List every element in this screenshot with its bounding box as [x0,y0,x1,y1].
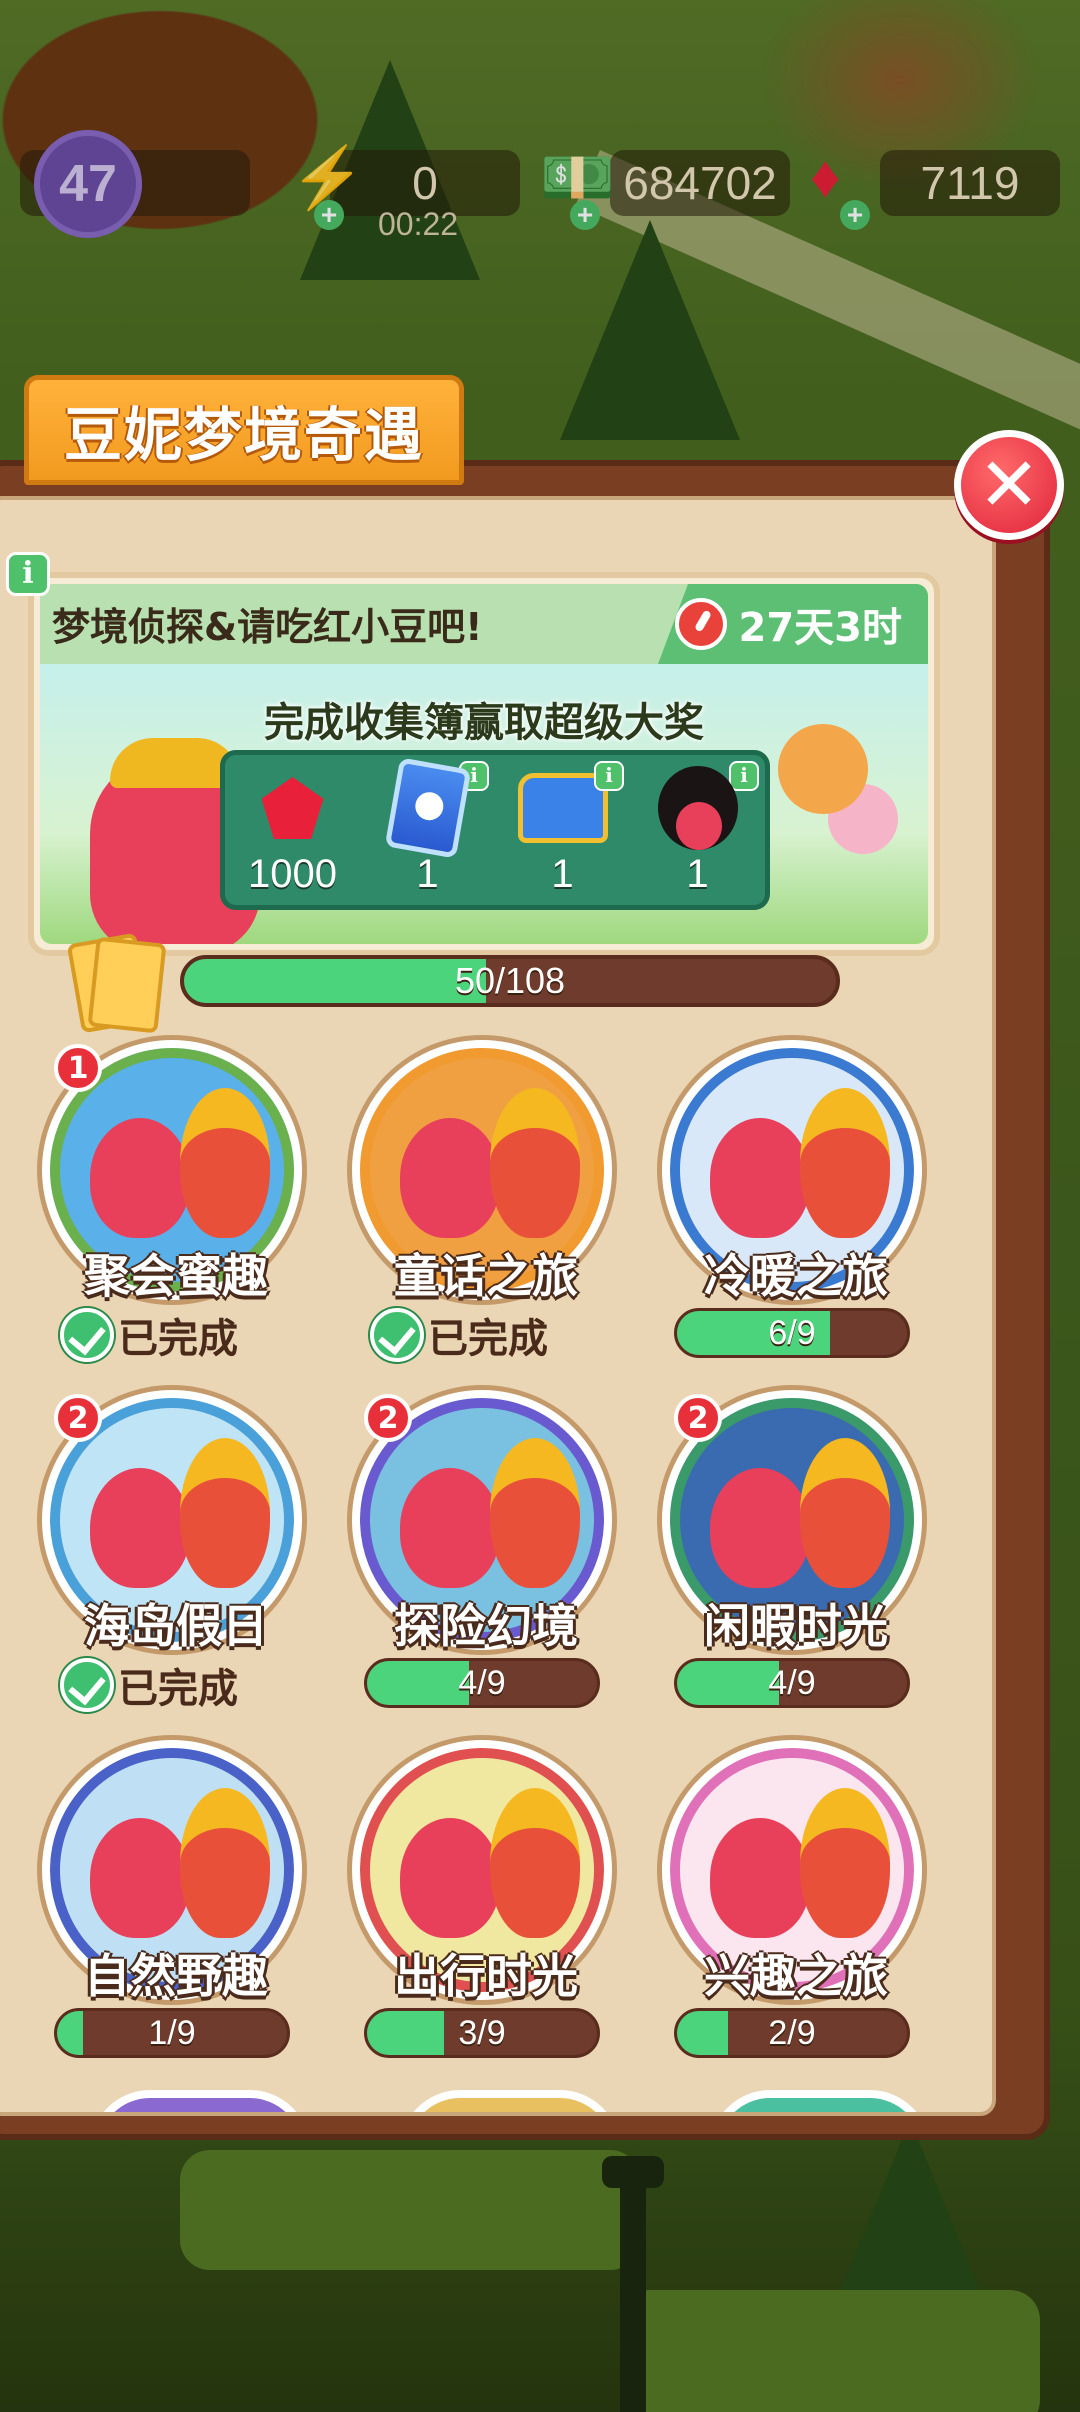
album-name: 自然野趣 [84,1949,268,2003]
crown-character [490,1788,580,1938]
close-button[interactable]: ✕ [954,430,1064,540]
album-progress-bar: 4/9 [674,1658,910,1708]
crown-character [800,1438,890,1588]
info-icon[interactable]: i [594,761,624,791]
album-name: 聚会蜜趣 [84,1249,268,1303]
event-timer: 27天3时 [658,584,928,664]
completed-status: 已完成 [60,1656,238,1714]
bean-character [400,1118,500,1238]
crown-character [180,1438,270,1588]
album-card[interactable]: 兴趣之旅 2/9 [656,1740,936,2080]
new-cards-badge: 2 [364,1394,412,1442]
album-progress-bar: 6/9 [674,1308,910,1358]
album-card[interactable]: 童话之旅 已完成 [346,1040,626,1380]
album-name: 冷暖之旅 [704,1249,888,1303]
crown-character [490,1438,580,1588]
album-card[interactable]: 冷暖之旅 6/9 [656,1040,936,1380]
album-progress-text: 2/9 [768,2013,816,2052]
info-icon[interactable]: i [6,552,50,596]
album-progress-text: 6/9 [768,1313,816,1352]
crown-character [180,1788,270,1938]
album-progress-text: 1/9 [148,2013,196,2052]
bean-character [400,1468,500,1588]
album-partial[interactable] [400,2090,620,2112]
check-icon [60,1658,114,1712]
album-panel: i 梦境侦探&请吃红小豆吧! 27天3时 完成收集簿赢取超级大奖 1000 i … [0,460,1050,2140]
album-card[interactable]: 2 探险幻境 4/9 [346,1390,626,1730]
banner-header: 梦境侦探&请吃红小豆吧! 27天3时 [40,584,928,664]
album-partial[interactable] [90,2090,310,2112]
album-name: 海岛假日 [84,1599,268,1653]
album-progress-text: 4/9 [768,1663,816,1702]
collection-progress-text: 50/108 [454,960,566,1001]
avatar-frame-icon [657,766,738,850]
album-progress-text: 4/9 [458,1663,506,1702]
event-time-left: 27天3时 [738,605,903,651]
album-card[interactable]: 2 海岛假日已完成 [36,1390,316,1730]
upgrade-card-icon [384,757,471,859]
album-card[interactable]: 出行时光 3/9 [346,1740,626,2080]
grand-prize-caption: 完成收集簿赢取超级大奖 [264,700,704,746]
crown-character [490,1088,580,1238]
reward-chest[interactable]: i 1 [495,755,630,905]
album-progress-bar: 3/9 [364,2008,600,2058]
clock-icon [674,598,727,650]
album-card[interactable]: 自然野趣 1/9 [36,1740,316,2080]
completed-label: 已完成 [118,1316,238,1362]
reward-qty: 1 [416,852,439,896]
bean-character [90,1118,190,1238]
bean-character [710,1118,810,1238]
banner-body: 完成收集簿赢取超级大奖 1000 i 1 i 1 i 1 [40,664,928,944]
reward-gems[interactable]: 1000 [225,755,360,905]
reward-upgrade-card[interactable]: i 1 [360,755,495,905]
album-progress-bar: 1/9 [54,2008,290,2058]
album-name: 兴趣之旅 [704,1949,888,2003]
album-partial[interactable] [710,2090,930,2112]
new-cards-badge: 1 [54,1044,102,1092]
crown-character [800,1088,890,1238]
grand-prize-rewards: 1000 i 1 i 1 i 1 [220,750,770,910]
completed-label: 已完成 [428,1316,548,1362]
album-name: 探险幻境 [394,1599,578,1653]
reward-qty: 1 [686,852,709,896]
reward-avatar[interactable]: i 1 [630,755,765,905]
new-cards-badge: 2 [674,1394,722,1442]
reward-qty: 1 [551,852,574,896]
event-banner: 梦境侦探&请吃红小豆吧! 27天3时 完成收集簿赢取超级大奖 1000 i 1 … [28,572,940,956]
album-cards-icon [74,932,154,1028]
album-progress-bar: 4/9 [364,1658,600,1708]
album-card[interactable]: 1 聚会蜜趣已完成 [36,1040,316,1380]
new-cards-badge: 2 [54,1394,102,1442]
event-title: 梦境侦探&请吃红小豆吧! [52,605,483,649]
close-icon: ✕ [977,442,1040,528]
bean-character [710,1468,810,1588]
completed-status: 已完成 [60,1306,238,1364]
check-icon [370,1308,424,1362]
panel-content: i 梦境侦探&请吃红小豆吧! 27天3时 完成收集簿赢取超级大奖 1000 i … [0,496,996,2116]
completed-status: 已完成 [370,1306,548,1364]
crown-character [180,1088,270,1238]
info-icon[interactable]: i [729,761,759,791]
ruby-gem-icon [261,777,324,839]
album-name: 出行时光 [394,1949,578,2003]
crown-character [800,1788,890,1938]
album-progress-bar: 2/9 [674,2008,910,2058]
reward-qty: 1000 [248,852,337,896]
bean-character [90,1468,190,1588]
completed-label: 已完成 [118,1666,238,1712]
album-name: 闲暇时光 [704,1599,888,1653]
collection-progress-bar: 50/108 [180,955,840,1007]
bean-character [710,1818,810,1938]
bean-character [90,1818,190,1938]
album-card[interactable]: 2 闲暇时光 4/9 [656,1390,936,1730]
check-icon [60,1308,114,1362]
album-name: 童话之旅 [394,1249,578,1303]
bean-character [400,1818,500,1938]
album-progress-text: 3/9 [458,2013,506,2052]
panel-title: 豆妮梦境奇遇 [24,375,464,485]
